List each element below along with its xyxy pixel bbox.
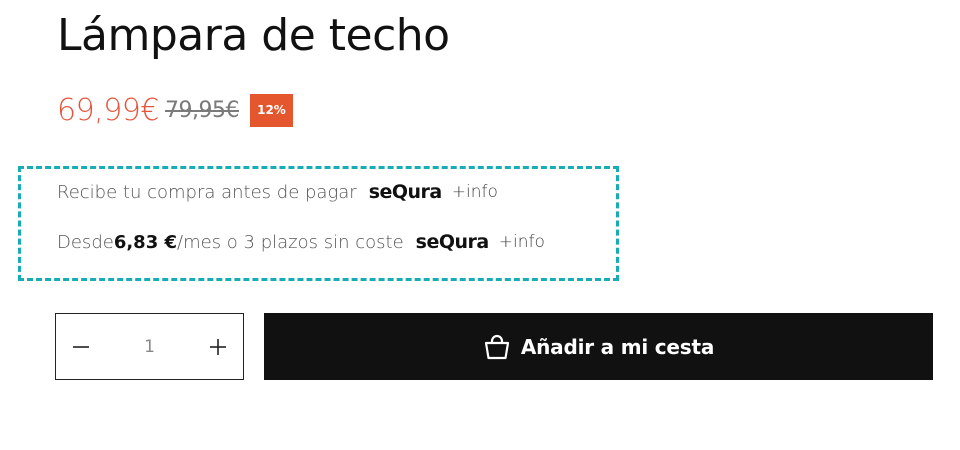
add-to-cart-button[interactable]: Añadir a mi cesta [264, 313, 933, 380]
financing-installments: Desde 6,83 € /mes o 3 plazos sin coste s… [57, 231, 545, 253]
financing-box: Recibe tu compra antes de pagar seQura +… [18, 166, 619, 281]
installments-info-link[interactable]: +info [499, 232, 545, 252]
product-title: Lámpara de techo [57, 10, 450, 61]
installment-amount: 6,83 € [113, 231, 178, 253]
discount-badge: 12% [249, 93, 293, 127]
quantity-stepper: 1 [55, 313, 244, 380]
installments-suffix: /mes o 3 plazos sin coste [177, 231, 404, 253]
pay-later-info-link[interactable]: +info [452, 182, 498, 202]
quantity-increase-button[interactable] [193, 314, 243, 379]
add-to-cart-label: Añadir a mi cesta [520, 334, 715, 359]
current-price: 69,99€ [57, 92, 159, 128]
quantity-value[interactable]: 1 [106, 314, 193, 379]
sequra-logo: seQura [368, 181, 443, 203]
plus-icon [210, 338, 226, 355]
minus-icon [73, 345, 89, 348]
shopping-bag-icon [483, 334, 511, 360]
original-price: 79,95€ [164, 97, 239, 123]
quantity-decrease-button[interactable] [56, 314, 106, 379]
installments-prefix: Desde [57, 231, 114, 253]
price-row: 69,99€ 79,95€ 12% [57, 90, 293, 130]
sequra-logo: seQura [415, 231, 490, 253]
financing-pay-later: Recibe tu compra antes de pagar seQura +… [57, 181, 498, 203]
pay-later-text: Recibe tu compra antes de pagar [57, 181, 357, 203]
